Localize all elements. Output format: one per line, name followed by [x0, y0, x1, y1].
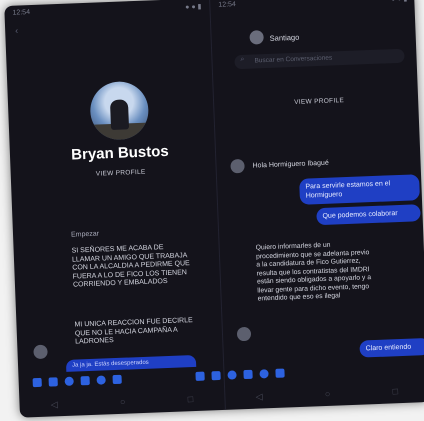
status-icons: ● ● ▮: [391, 0, 408, 7]
outgoing-message-2[interactable]: Que podemos colaborar: [316, 204, 421, 226]
gif-icon[interactable]: [243, 369, 253, 379]
view-profile-button[interactable]: VIEW PROFILE: [269, 96, 369, 107]
sender-avatar[interactable]: [230, 158, 245, 174]
gif-icon[interactable]: [80, 375, 90, 385]
avatar-figure: [109, 99, 130, 131]
like-icon[interactable]: [275, 368, 285, 378]
incoming-message-2: Quiero informarles de un procedimiento q…: [255, 241, 372, 303]
profile-name: Bryan Bustos: [70, 142, 170, 164]
tablet-screen: 12:54 ● ● ▮ ‹ Bryan Bustos VIEW PROFILE …: [4, 0, 424, 418]
status-bar: 12:54 ● ● ▮: [218, 0, 407, 14]
message-text-1: SI SEÑORES ME ACABA DE LLAMAR UN AMIGO Q…: [71, 244, 190, 289]
search-input[interactable]: Buscar en Conversaciones: [234, 48, 405, 70]
status-time: 12:54: [218, 1, 237, 9]
status-time: 12:54: [12, 9, 31, 17]
emoji-icon[interactable]: [259, 368, 269, 378]
contact-avatar[interactable]: [249, 30, 264, 45]
contact-name: Santiago: [269, 32, 300, 43]
toolbar-spacer: [129, 376, 189, 378]
sender-avatar[interactable]: [33, 344, 48, 360]
back-arrow-icon[interactable]: ‹: [15, 26, 18, 36]
image-icon[interactable]: [211, 370, 221, 380]
left-chat-panel: 12:54 ● ● ▮ ‹ Bryan Bustos VIEW PROFILE …: [4, 0, 225, 418]
view-profile-button[interactable]: VIEW PROFILE: [71, 168, 171, 179]
status-icons: ● ● ▮: [185, 3, 202, 12]
back-nav-icon[interactable]: ◁: [255, 391, 262, 402]
system-label: Empezar: [70, 230, 100, 239]
photo-frame: 12:54 ● ● ▮ ‹ Bryan Bustos VIEW PROFILE …: [0, 0, 424, 421]
search-icon: ⌕: [240, 55, 245, 63]
camera-icon[interactable]: [32, 377, 42, 387]
right-chat-panel: 12:54 ● ● ▮ Santiago Buscar en Conversac…: [209, 0, 424, 410]
incoming-message-1: Hola Hormiguero Ibagué: [252, 159, 329, 170]
microphone-icon[interactable]: [227, 369, 237, 380]
message-text-2: MI UNICA REACCION FUE DECIRLE QUE NO LE …: [74, 317, 193, 346]
home-nav-icon[interactable]: ○: [325, 389, 331, 399]
like-icon[interactable]: [112, 374, 122, 384]
recents-nav-icon[interactable]: □: [188, 394, 194, 404]
outgoing-message-3[interactable]: Claro entiendo: [359, 337, 424, 358]
home-nav-icon[interactable]: ○: [120, 397, 126, 407]
outgoing-message-1[interactable]: Para servirle estamos en el Hormiguero: [299, 174, 421, 205]
microphone-icon[interactable]: [64, 376, 74, 386]
camera-icon[interactable]: [195, 371, 205, 381]
profile-avatar[interactable]: [89, 80, 150, 141]
sender-avatar[interactable]: [236, 326, 252, 342]
recents-nav-icon[interactable]: □: [392, 386, 398, 396]
emoji-icon[interactable]: [96, 374, 106, 385]
image-icon[interactable]: [48, 376, 58, 387]
status-bar: 12:54 ● ● ▮: [12, 2, 201, 21]
back-nav-icon[interactable]: ◁: [51, 399, 58, 410]
